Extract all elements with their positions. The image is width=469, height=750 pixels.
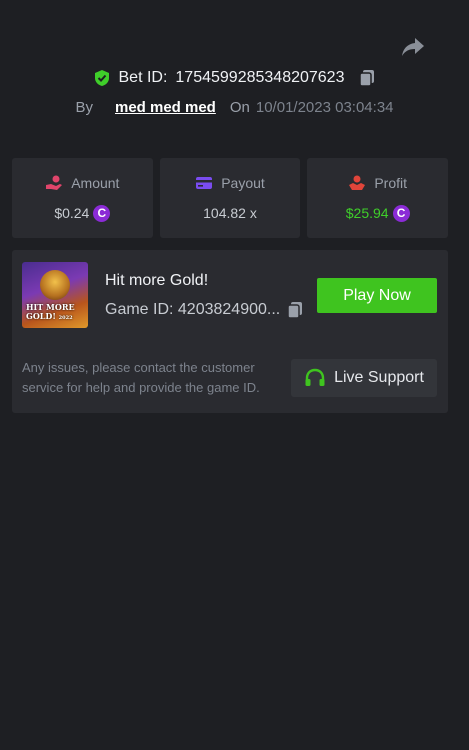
stat-amount-label: Amount [71, 174, 120, 191]
share-button[interactable] [400, 36, 426, 58]
verified-shield-icon [93, 69, 111, 87]
live-support-label: Live Support [334, 369, 424, 386]
bet-author-row: By med med med On 10/01/2023 03:04:34 [0, 96, 469, 118]
bet-datetime: 10/01/2023 03:04:34 [255, 98, 394, 116]
by-label: By [75, 98, 93, 116]
game-title: Hit more Gold! [105, 272, 209, 289]
stat-profit-value: $25.94 [345, 205, 389, 221]
stat-payout-value: 104.82 x [203, 205, 257, 221]
bet-id-value: 1754599285348207623 [175, 69, 345, 86]
game-card: HIT MORE GOLD! 2022 Hit more Gold! Game … [12, 250, 448, 413]
card-icon [195, 175, 213, 191]
live-support-button[interactable]: Live Support [291, 359, 437, 397]
game-id-text: Game ID: 4203824900... [105, 301, 281, 318]
bet-id-label: Bet ID: [118, 69, 168, 86]
stat-payout: Payout 104.82 x [159, 158, 301, 238]
game-thumbnail[interactable]: HIT MORE GOLD! 2022 [22, 262, 88, 328]
hand-coins-icon [45, 175, 63, 191]
stat-payout-label: Payout [221, 175, 265, 191]
stat-amount-value: $0.24 [54, 205, 90, 221]
play-now-button[interactable]: Play Now [317, 278, 437, 313]
help-text: Any issues, please contact the customer … [22, 360, 260, 395]
bet-stats: Amount $0.24 C Payout 104.82 x Profit $2… [12, 158, 449, 238]
copy-bet-id-icon[interactable] [358, 69, 376, 87]
on-label: On [229, 98, 250, 116]
share-icon [402, 38, 424, 56]
headset-icon [304, 368, 326, 388]
stat-profit: Profit $25.94 C [307, 158, 449, 238]
user-link[interactable]: med med med [115, 99, 216, 116]
miner-illustration [40, 270, 70, 300]
hand-money-icon [348, 175, 366, 191]
copy-game-id-icon[interactable] [286, 301, 304, 319]
bet-id-row: Bet ID: 1754599285348207623 [0, 66, 469, 90]
game-id-row: Game ID: 4203824900... [105, 301, 304, 319]
thumbnail-title: HIT MORE GOLD! 2022 [26, 302, 75, 322]
stat-profit-label: Profit [374, 174, 408, 191]
stat-amount: Amount $0.24 C [12, 158, 153, 238]
coin-icon: C [93, 204, 111, 222]
coin-icon: C [392, 204, 410, 222]
